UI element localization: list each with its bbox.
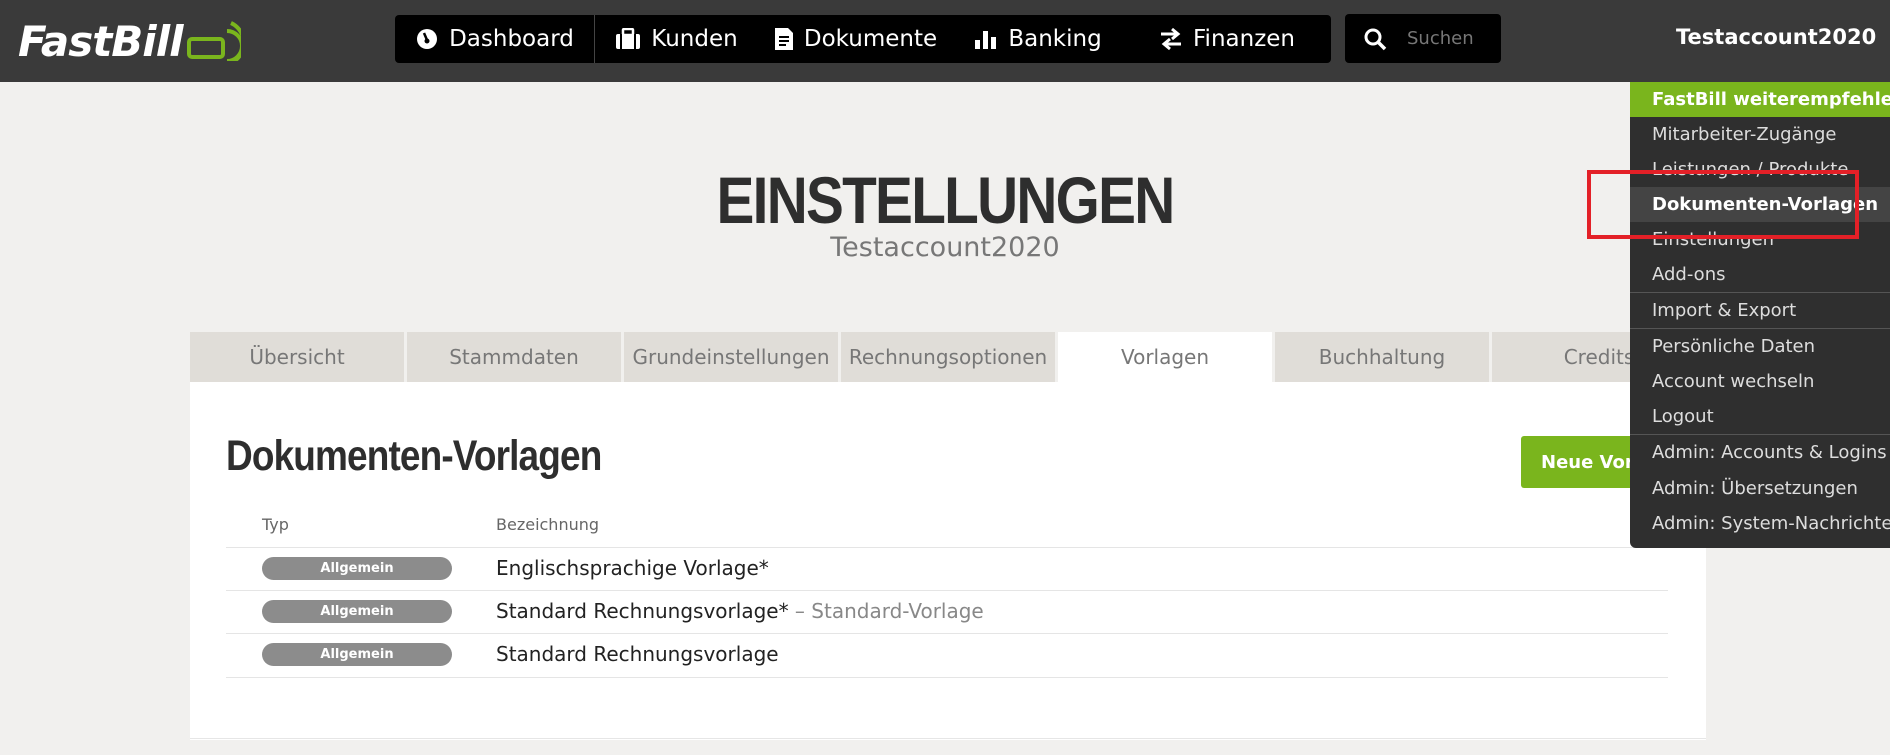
table-row[interactable]: Allgemein Englischsprachige Vorlage* (226, 547, 1668, 591)
account-menu-toggle[interactable]: Testaccount2020 (1676, 22, 1890, 52)
nav-label: Kunden (651, 26, 738, 52)
page-title: EINSTELLUNGEN (716, 163, 1176, 237)
account-dropdown-menu: FastBill weiterempfehlen Mitarbeiter-Zug… (1630, 82, 1890, 548)
nav-label: Finanzen (1193, 26, 1295, 52)
menu-item-weiterempfehlen[interactable]: FastBill weiterempfehlen (1630, 82, 1890, 117)
menu-item-admin-accounts[interactable]: Admin: Accounts & Logins (1630, 435, 1890, 470)
template-name-link[interactable]: Standard Rechnungsvorlage* – Standard-Vo… (496, 599, 984, 623)
main-navigation: Dashboard Kunden Dokumente Banking Finan… (395, 15, 1331, 63)
section-title: Dokumenten-Vorlagen (226, 432, 602, 480)
column-header-typ: Typ (262, 515, 289, 534)
content-panel: Dokumenten-Vorlagen Neue Vorla Typ Bezei… (190, 382, 1721, 740)
tab-stammdaten[interactable]: Stammdaten (407, 332, 621, 382)
menu-item-add-ons[interactable]: Add-ons (1630, 257, 1890, 292)
menu-item-account-wechseln[interactable]: Account wechseln (1630, 364, 1890, 399)
search-input[interactable] (1405, 27, 1499, 50)
highlight-annotation-box (1587, 170, 1859, 239)
document-icon (774, 27, 794, 51)
nav-banking[interactable]: Banking (953, 15, 1123, 63)
template-name: Standard Rechnungsvorlage* (496, 599, 789, 623)
tab-buchhaltung[interactable]: Buchhaltung (1275, 332, 1489, 382)
account-name: Testaccount2020 (1676, 25, 1877, 49)
type-badge: Allgemein (262, 643, 452, 666)
nav-label: Dashboard (449, 26, 574, 52)
tab-vorlagen[interactable]: Vorlagen (1058, 332, 1272, 382)
menu-item-mitarbeiter[interactable]: Mitarbeiter-Zugänge (1630, 117, 1890, 152)
template-name: Englischsprachige Vorlage* (496, 556, 769, 580)
search-box (1345, 14, 1501, 63)
nav-label: Dokumente (803, 26, 938, 52)
nav-dokumente[interactable]: Dokumente (758, 15, 953, 63)
type-badge: Allgemein (262, 600, 452, 623)
nav-finanzen[interactable]: Finanzen (1123, 15, 1331, 63)
template-name-link[interactable]: Standard Rechnungsvorlage (496, 642, 779, 666)
top-bar: FastBill Dashboard Kunden Dokumente Bank… (0, 0, 1890, 82)
nav-dashboard[interactable]: Dashboard (395, 15, 594, 63)
search-icon[interactable] (1363, 27, 1387, 51)
default-template-note: – Standard-Vorlage (788, 599, 984, 623)
fastbill-logo[interactable]: FastBill (18, 14, 241, 68)
template-name: Standard Rechnungsvorlage (496, 642, 779, 666)
bar-chart-icon (974, 28, 998, 50)
logo-text: FastBill (18, 16, 183, 66)
nav-label: Banking (1008, 26, 1102, 52)
menu-item-logout[interactable]: Logout (1630, 399, 1890, 434)
template-name-link[interactable]: Englischsprachige Vorlage* (496, 556, 769, 580)
table-row[interactable]: Allgemein Standard Rechnungsvorlage* – S… (226, 590, 1668, 634)
table-header: Typ Bezeichnung (226, 515, 1668, 545)
gauge-icon (415, 27, 439, 51)
column-header-bezeichnung: Bezeichnung (496, 515, 600, 534)
menu-item-persoenliche-daten[interactable]: Persönliche Daten (1630, 329, 1890, 364)
tab-rechnungsoptionen[interactable]: Rechnungsoptionen (841, 332, 1055, 382)
menu-item-admin-system-nachrichten[interactable]: Admin: System-Nachrichten (1630, 506, 1890, 541)
settings-tabs: Übersicht Stammdaten Grundeinstellungen … (190, 332, 1709, 382)
menu-item-admin-uebersetzungen[interactable]: Admin: Übersetzungen (1630, 471, 1890, 506)
tab-uebersicht[interactable]: Übersicht (190, 332, 404, 382)
menu-item-import-export[interactable]: Import & Export (1630, 293, 1890, 328)
transfer-arrows-icon (1159, 27, 1183, 51)
briefcase-icon (615, 28, 641, 50)
panel-divider (190, 738, 1706, 739)
nav-kunden[interactable]: Kunden (595, 15, 758, 63)
logo-signal-icon (186, 21, 241, 61)
table-row[interactable]: Allgemein Standard Rechnungsvorlage (226, 633, 1668, 678)
tab-grundeinstellungen[interactable]: Grundeinstellungen (624, 332, 838, 382)
type-badge: Allgemein (262, 557, 452, 580)
